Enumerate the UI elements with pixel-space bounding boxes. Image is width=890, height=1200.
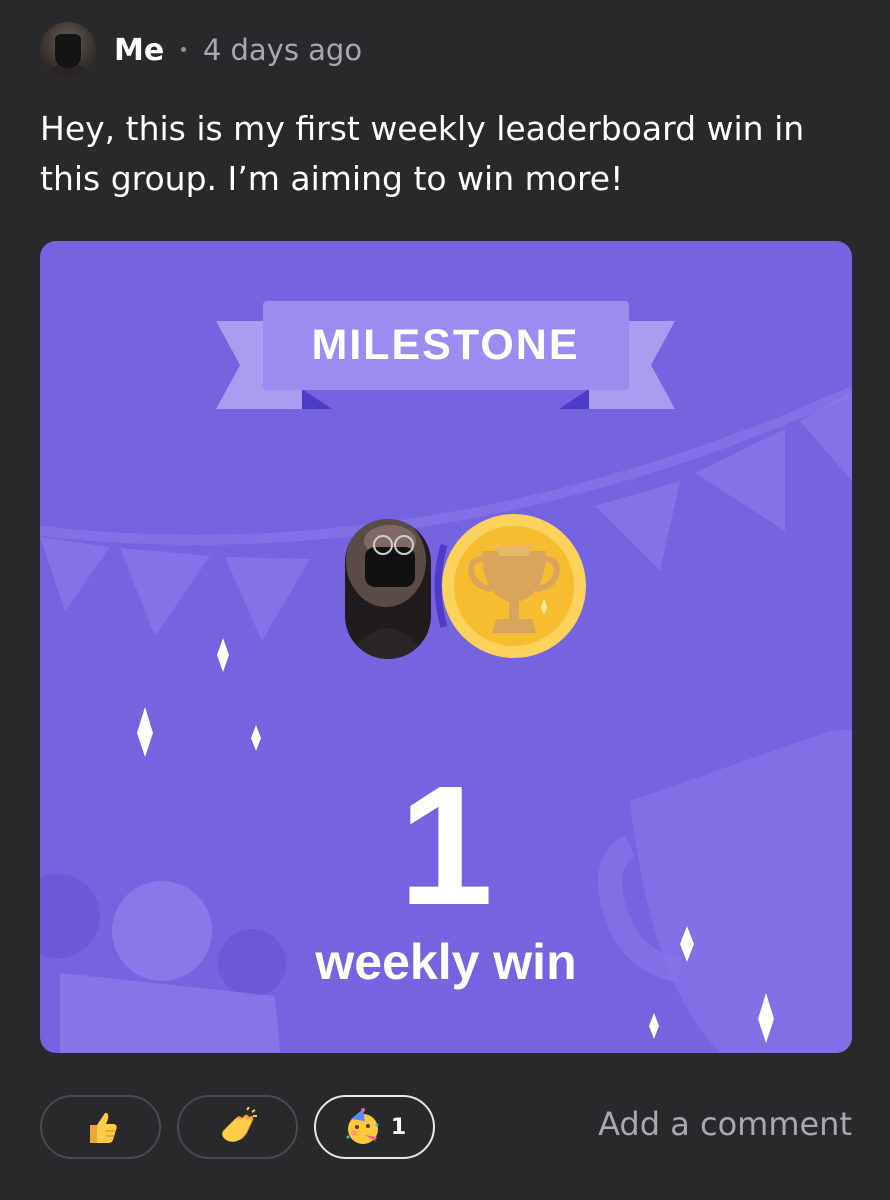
party-face-icon: [346, 1108, 379, 1144]
milestone-ribbon-label: MILESTONE: [311, 321, 580, 369]
win-count: 1: [398, 751, 494, 941]
author-name[interactable]: Me: [114, 33, 164, 68]
clapping-hands-icon: [221, 1107, 257, 1142]
party-face-reaction-count: 1: [390, 1114, 407, 1140]
clapping-hands-reaction-button[interactable]: [177, 1095, 298, 1159]
party-face-reaction-button[interactable]: 1: [314, 1095, 435, 1159]
thumbs-up-icon: [89, 1112, 117, 1143]
thumbs-up-reaction-button[interactable]: [40, 1095, 161, 1159]
add-comment-button[interactable]: Add a comment: [598, 1105, 852, 1143]
win-caption: weekly win: [315, 934, 577, 990]
post-timestamp: 4 days ago: [202, 33, 363, 67]
reaction-bar: 1: [40, 1093, 451, 1161]
author-avatar[interactable]: [40, 22, 96, 78]
post-text: Hey, this is my first weekly leaderboard…: [40, 109, 805, 198]
milestone-card: MILESTONE 1 weekly win: [40, 241, 852, 1053]
post-header: Me • 4 days ago: [40, 22, 362, 78]
separator-dot: •: [178, 39, 189, 61]
